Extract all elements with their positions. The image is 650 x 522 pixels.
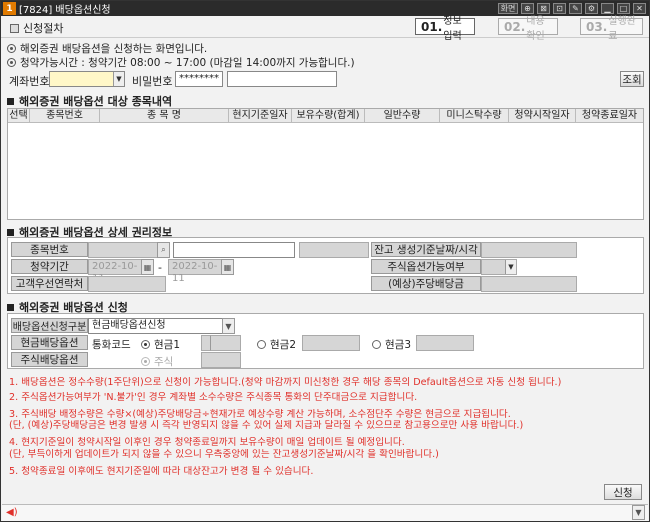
option-type-label: 배당옵션신청구분 <box>11 318 88 333</box>
note-3: 3. 주식배당 배정수량은 수량×(예상)주당배당금÷현재가로 예상수량 계산 … <box>9 408 511 420</box>
contact-field <box>88 276 166 292</box>
screen-button[interactable]: 화면 <box>498 3 518 14</box>
option-type-select[interactable]: 현금배당옵션신청 <box>88 318 235 334</box>
note-4: 4. 현지기준일이 청약시작일 이후인 경우 청약종료일까지 보유수량이 매일 … <box>9 437 405 449</box>
window-title: [7824] 배당옵션신청 <box>19 5 111 16</box>
target-stock-table[interactable]: 선택 종목번호 종 목 명 현지기준일자 보유수량(합계) 일반수량 미니스탁수… <box>7 108 644 220</box>
speaker-icon[interactable]: ◀) <box>6 507 18 518</box>
chevron-down-icon[interactable]: ▼ <box>632 505 645 520</box>
stock-radio: 주식 <box>141 354 173 369</box>
step-3-complete: 03. 실행완료 <box>580 16 643 42</box>
period-start-date: 2022-10-11 <box>88 259 142 284</box>
note-5: 5. 청약종료일 이후에도 현지기준일에 따라 대상잔고가 변경 될 수 있습니… <box>9 465 314 477</box>
notes-block: 1. 배당옵션은 정수수량(1주단위)으로 신청이 가능합니다.(청약 마감까지… <box>9 377 643 481</box>
period-label: 청약기간 <box>11 259 88 274</box>
currency-code-label: 통화코드 <box>92 339 131 351</box>
calendar-icon[interactable]: ▦ <box>221 259 234 275</box>
bullet-icon <box>7 44 16 53</box>
stock-qty-field <box>201 352 241 368</box>
stock-option-apply-label: 주식배당옵션 <box>11 352 88 367</box>
cash1-radio[interactable]: 현금1 <box>141 337 180 352</box>
bullet-icon <box>7 58 16 67</box>
radio-icon <box>257 340 266 349</box>
detail-panel: 종목번호 ⌕ 청약기간 2022-10-11 ▦ - 2022-10-11 ▦ … <box>7 237 644 294</box>
contact-label: 고객우선연락처 <box>11 276 88 291</box>
step-header: 신청절차 01. 정보입력 02. 내용확인 03. 실행완료 <box>1 16 649 42</box>
procedure-title: 신청절차 <box>10 20 63 36</box>
chevron-down-icon: ▼ <box>505 260 516 274</box>
cash-option-label: 현금배당옵션 <box>11 335 88 350</box>
column-header[interactable]: 청약종료일자 <box>576 109 643 122</box>
balance-time-field <box>481 242 577 258</box>
search-icon[interactable]: ⌕ <box>157 242 170 258</box>
chevron-down-icon[interactable]: ▼ <box>113 72 124 86</box>
cash3-currency-field <box>416 335 474 351</box>
cash2-currency-field <box>302 335 360 351</box>
cash1-currency-sub <box>201 335 211 351</box>
column-header[interactable]: 청약시작일자 <box>509 109 576 122</box>
calendar-icon[interactable]: ▦ <box>141 259 154 275</box>
step-2-confirm: 02. 내용확인 <box>498 16 558 42</box>
info-line-2: 청약가능시간 : 청약기간 08:00 ~ 17:00 (마감일 14:00까지… <box>7 55 355 70</box>
stock-name-field <box>173 242 295 258</box>
column-header[interactable]: 선택 <box>8 109 30 122</box>
column-header[interactable]: 미니스탁수량 <box>440 109 509 122</box>
chevron-down-icon[interactable]: ▼ <box>222 318 235 334</box>
balance-time-label: 잔고 생성기준날짜/시각 <box>371 242 481 257</box>
main-window: 1 [7824] 배당옵션신청 화면 ⊕ ⊠ ⊡ ✎ ⚙ ▁ □ ✕ 신청절차 … <box>0 0 650 522</box>
step-1-info-input: 01. 정보입력 <box>415 16 475 42</box>
column-header[interactable]: 보유수량(합계) <box>292 109 365 122</box>
note-2: 2. 주식옵션가능여부가 'N.불가'인 경우 계좌별 소수수량은 주식종목 통… <box>9 391 418 403</box>
password-label: 비밀번호 <box>132 75 173 88</box>
expected-dividend-field <box>481 276 577 292</box>
date-separator: - <box>158 261 162 274</box>
column-header[interactable]: 종목번호 <box>30 109 100 122</box>
note-3-sub: (단, (예상)주당배당금은 변경 발생 시 즉각 반영되지 않을 수 있어 실… <box>9 420 524 432</box>
expected-dividend-label: (예상)주당배당금 <box>371 276 481 291</box>
info-line-1: 해외증권 배당옵션을 신청하는 화면입니다. <box>7 41 207 56</box>
list-section-title: 해외증권 배당옵션 대상 종목내역 <box>7 93 172 109</box>
apply-panel: 배당옵션신청구분 현금배당옵션신청 ▼ 현금배당옵션 통화코드 현금1 현금2 … <box>7 313 644 369</box>
stock-option-label: 주식옵션가능여부 <box>371 259 481 274</box>
edit-icon[interactable]: ✎ <box>569 3 582 14</box>
account-label: 계좌번호 <box>9 75 50 88</box>
period-end-date: 2022-10-11 <box>168 259 222 284</box>
column-header[interactable]: 현지기준일자 <box>229 109 292 122</box>
cash2-radio[interactable]: 현금2 <box>257 337 296 352</box>
radio-icon <box>372 340 381 349</box>
search-button[interactable]: 조회 <box>620 71 644 87</box>
account-number-select[interactable]: ▼ <box>49 71 125 87</box>
stock-code-label: 종목번호 <box>11 242 88 257</box>
window-number-badge: 1 <box>3 2 16 15</box>
copy-icon[interactable]: ⊡ <box>553 3 566 14</box>
column-header[interactable]: 종 목 명 <box>100 109 229 122</box>
account-name-field <box>227 71 337 87</box>
stock-code-field <box>88 242 158 258</box>
radio-icon <box>141 340 150 349</box>
stock-extra-field <box>299 242 369 258</box>
password-input[interactable]: ******** <box>175 71 223 87</box>
submit-button[interactable]: 신청 <box>604 484 642 500</box>
settings-icon[interactable]: ⚙ <box>585 3 598 14</box>
column-header[interactable]: 일반수량 <box>365 109 440 122</box>
radio-icon <box>141 357 150 366</box>
status-bar: ◀) ▼ <box>2 504 648 521</box>
stock-option-select: ▼ <box>481 259 517 275</box>
cash3-radio[interactable]: 현금3 <box>372 337 411 352</box>
note-4-sub: (단, 부득이하게 업데이트가 되지 않을 수 있으니 우측중앙에 있는 잔고생… <box>9 448 439 460</box>
table-header: 선택 종목번호 종 목 명 현지기준일자 보유수량(합계) 일반수량 미니스탁수… <box>8 109 643 123</box>
square-icon <box>10 23 19 33</box>
note-1: 1. 배당옵션은 정수수량(1주단위)으로 신청이 가능합니다.(청약 마감까지… <box>9 377 562 388</box>
